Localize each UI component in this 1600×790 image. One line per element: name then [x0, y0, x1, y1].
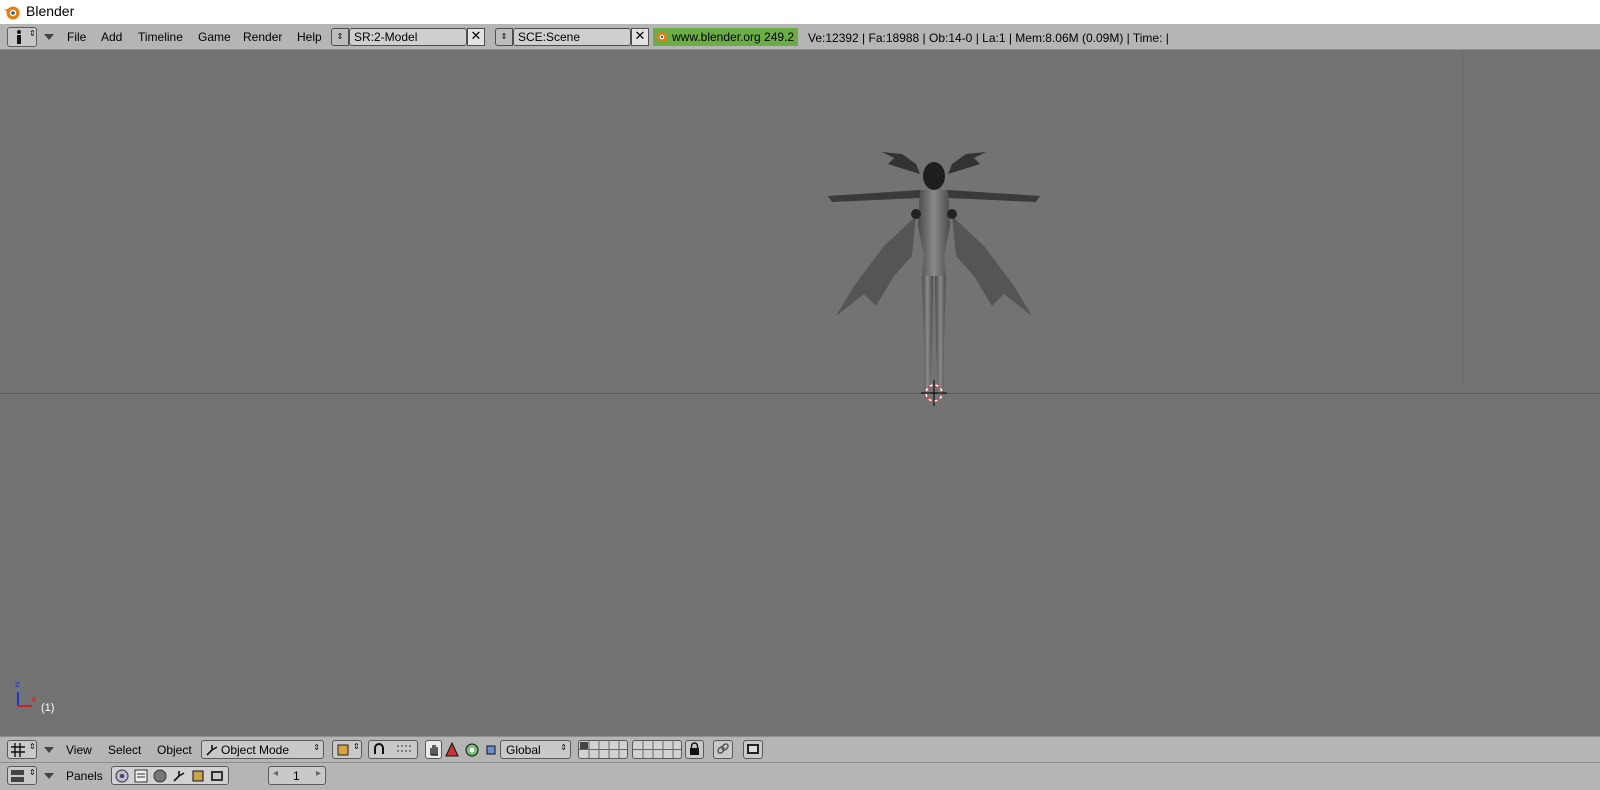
mode-select[interactable]: Object Mode ⇕ [201, 740, 324, 759]
chain-icon [717, 743, 729, 754]
view3d-header: ⇕ View Select Object Object Mode ⇕ ⇕ Glo… [0, 736, 1600, 762]
menu-view[interactable]: View [66, 743, 92, 757]
scene-name-field[interactable]: SCE:Scene [513, 28, 631, 46]
render-preview-button[interactable] [743, 740, 763, 759]
magnet-icon [374, 743, 384, 754]
hand-icon [430, 745, 438, 756]
rotate-icon[interactable] [464, 742, 480, 758]
info-icon [17, 30, 21, 44]
3d-cursor-icon[interactable] [919, 378, 949, 408]
object-mode-icon [206, 745, 218, 756]
scene-icon[interactable] [209, 768, 225, 784]
object-icon[interactable] [171, 768, 187, 784]
view-border-line [1462, 50, 1463, 386]
increment-arrow-icon[interactable]: ▸ [316, 768, 321, 779]
updown-icon: ⇕ [29, 29, 36, 38]
layer-buttons-group-2[interactable] [632, 740, 682, 759]
draw-type-button[interactable]: ⇕ [332, 740, 362, 759]
scene-stats: Ve:12392 | Fa:18988 | Ob:14-0 | La:1 | M… [808, 31, 1169, 45]
image-icon [747, 744, 759, 754]
collapse-triangle-icon[interactable] [43, 32, 55, 42]
layer-buttons-group-1[interactable] [578, 740, 628, 759]
menu-file[interactable]: File [67, 30, 86, 44]
panels-label: Panels [66, 769, 103, 783]
scale-icon[interactable] [484, 743, 498, 757]
manipulator-toggle[interactable] [425, 740, 442, 759]
updown-icon: ⇕ [29, 742, 36, 751]
info-header: ⇕ File Add Timeline Game Render Help ⇕ S… [0, 24, 1600, 50]
blender-logo-icon [4, 6, 20, 20]
layers-grid-icon [579, 741, 627, 758]
frame-value: 1 [293, 769, 300, 783]
frame-label: (1) [41, 702, 55, 714]
editor-type-button[interactable]: ⇕ [7, 740, 37, 759]
screen-name-field[interactable]: SR:2-Model [349, 28, 467, 46]
frame-number-field[interactable]: ◂ 1 ▸ [268, 766, 326, 785]
snap-grid-icon [397, 745, 413, 752]
editor-type-button[interactable]: ⇕ [7, 27, 37, 47]
orientation-label: Global [506, 743, 541, 757]
blender-logo-icon [657, 32, 667, 42]
updown-icon: ⇕ [313, 743, 320, 752]
editor-type-button[interactable]: ⇕ [7, 766, 37, 785]
screen-delete-button[interactable]: ✕ [467, 28, 485, 46]
grid-icon [11, 743, 25, 757]
menu-add[interactable]: Add [101, 30, 122, 44]
shading-icon[interactable] [152, 768, 168, 784]
menu-object[interactable]: Object [157, 743, 192, 757]
decrement-arrow-icon[interactable]: ◂ [273, 768, 278, 779]
updown-icon: ⇕ [353, 742, 360, 751]
orientation-select[interactable]: Global ⇕ [500, 740, 571, 759]
layers-grid-icon [633, 741, 681, 758]
translate-icon[interactable] [445, 742, 459, 758]
scene-browse-button[interactable]: ⇕ [495, 28, 513, 46]
logic-icon[interactable] [114, 768, 130, 784]
buttons-window-icon [11, 770, 24, 782]
scene-delete-button[interactable]: ✕ [631, 28, 649, 46]
script-icon[interactable] [133, 768, 149, 784]
collapse-triangle-icon[interactable] [43, 771, 55, 781]
menu-render[interactable]: Render [243, 30, 282, 44]
lock-icon [690, 742, 699, 755]
updown-icon: ⇕ [29, 768, 36, 777]
menu-select[interactable]: Select [108, 743, 141, 757]
window-title: Blender [26, 3, 75, 19]
axis-x-label: x [31, 695, 37, 705]
cube-icon [337, 744, 349, 756]
updown-icon: ⇕ [560, 743, 567, 752]
website-link[interactable]: www.blender.org 249.2 [653, 28, 798, 46]
screen-browse-button[interactable]: ⇕ [331, 28, 349, 46]
ground-line [0, 393, 1600, 394]
editing-icon[interactable] [190, 768, 206, 784]
window-titlebar: Blender [0, 0, 1600, 24]
menu-game[interactable]: Game [198, 30, 231, 44]
menu-timeline[interactable]: Timeline [138, 30, 183, 44]
axis-z-label: z [15, 680, 20, 690]
buttons-header: ⇕ Panels ◂ 1 ▸ [0, 762, 1600, 790]
pivot-button[interactable] [368, 740, 418, 759]
3d-viewport[interactable]: z x (1) [0, 50, 1600, 736]
mode-label: Object Mode [221, 743, 290, 757]
winged-character-model-icon[interactable] [824, 146, 1044, 406]
link-button[interactable] [713, 740, 733, 759]
website-text: www.blender.org 249.2 [672, 30, 795, 44]
context-buttons-group [111, 766, 229, 785]
lock-layers-button[interactable] [685, 740, 704, 759]
menu-help[interactable]: Help [297, 30, 322, 44]
collapse-triangle-icon[interactable] [43, 745, 55, 755]
